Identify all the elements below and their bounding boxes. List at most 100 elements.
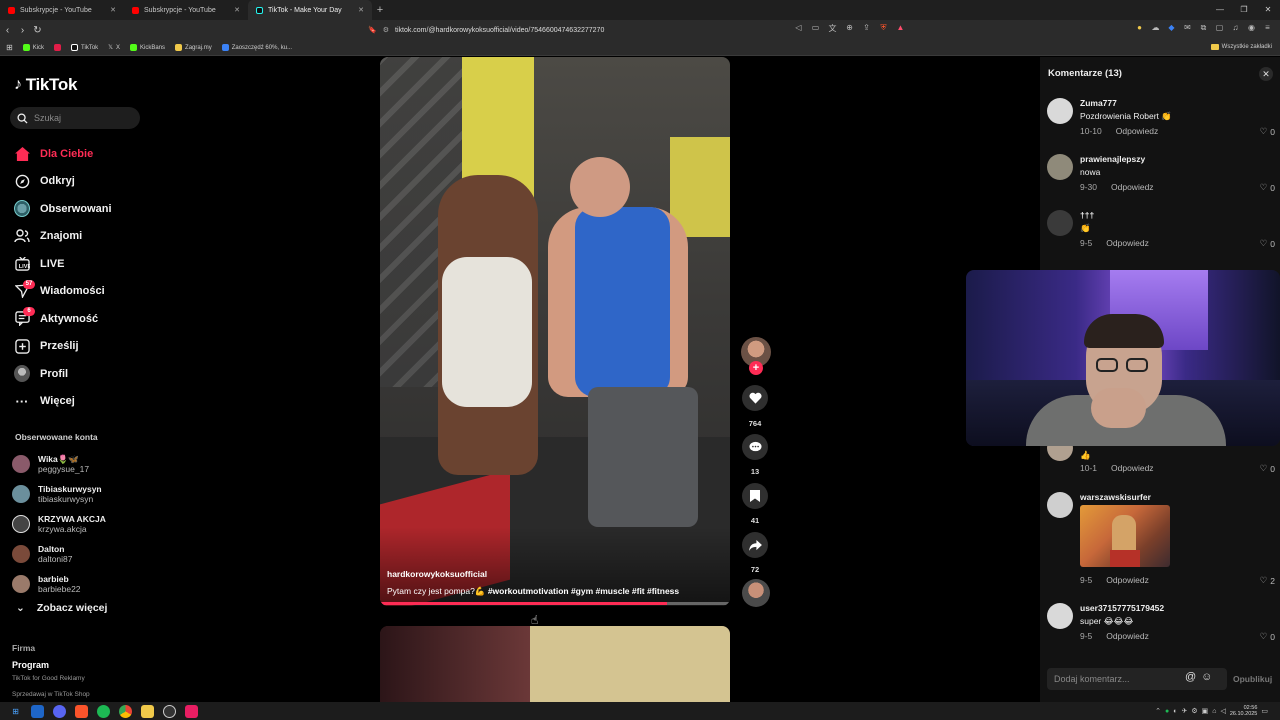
footer-links[interactable]: TikTok for Good Reklamy [12, 674, 90, 684]
nav-live[interactable]: LIVE LIVE [14, 250, 160, 278]
tray-app-icon[interactable]: ⚙ [1191, 707, 1197, 715]
volume-icon[interactable]: ◁ [1220, 707, 1225, 715]
comment-like-button[interactable]: ♡ 0 [1260, 463, 1275, 474]
apps-grid-icon[interactable]: ⊞ [6, 43, 13, 52]
reply-button[interactable]: Odpowiedz [1116, 126, 1159, 136]
footer-heading[interactable]: Firma [12, 643, 90, 653]
discord-icon[interactable] [53, 704, 66, 718]
nav-messages[interactable]: 57 Wiadomości [14, 278, 160, 306]
extension-icon[interactable]: ● [1133, 23, 1146, 33]
reply-button[interactable]: Odpowiedz [1106, 631, 1149, 641]
comment-sticker-image[interactable] [1080, 505, 1170, 567]
network-icon[interactable]: ⌂ [1212, 708, 1216, 715]
rewards-icon[interactable]: ▲ [894, 23, 907, 34]
bookmark-kick[interactable]: Kick [22, 44, 44, 51]
tray-app-icon[interactable]: ● [1165, 708, 1169, 715]
music-disc-icon[interactable] [742, 579, 770, 607]
minimize-icon[interactable]: — [1208, 0, 1232, 20]
maximize-icon[interactable]: ❐ [1232, 0, 1256, 20]
share-button[interactable] [742, 532, 768, 558]
bookmark-red[interactable] [54, 44, 62, 51]
tray-app-icon[interactable]: ◐ [1173, 708, 1177, 715]
comment-like-button[interactable]: ♡ 0 [1260, 126, 1275, 137]
chrome-icon[interactable] [119, 704, 132, 718]
all-bookmarks[interactable]: Wszystkie zakładki [1210, 44, 1272, 50]
close-tab-icon[interactable]: ✕ [110, 6, 116, 14]
windows-start-icon[interactable]: ⊞ [9, 705, 22, 718]
emoji-icon[interactable]: ☺ [1201, 671, 1212, 683]
nav-upload[interactable]: Prześlij [14, 333, 160, 361]
back-icon[interactable]: ‹ [0, 25, 15, 36]
translate-icon[interactable]: 文 [826, 23, 839, 34]
tab-youtube-1[interactable]: Subskrypcje - YouTube ✕ [0, 0, 124, 20]
comment-username[interactable]: ††† [1080, 210, 1094, 220]
nav-activity[interactable]: 6 Aktywność [14, 305, 160, 333]
reply-button[interactable]: Odpowiedz [1111, 463, 1154, 473]
new-tab-button[interactable]: + [372, 4, 388, 16]
profile-icon[interactable]: ◉ [1245, 23, 1258, 33]
bookmark-zagraj[interactable]: Zagraj.my [175, 44, 212, 51]
followed-account[interactable]: Wika🌷🦋 peggysue_17 [12, 449, 160, 479]
video-player[interactable]: hardkorowykoksuofficial Pytam czy jest p… [380, 57, 730, 606]
comment-like-button[interactable]: ♡ 0 [1260, 238, 1275, 249]
followed-account[interactable]: Dalton daltoni87 [12, 539, 160, 569]
like-button[interactable] [742, 385, 768, 411]
comment-like-button[interactable]: ♡ 2 [1260, 575, 1275, 586]
video-progress-bar[interactable] [380, 602, 730, 605]
tray-app-icon[interactable]: ✈ [1181, 707, 1187, 715]
media-icon[interactable]: ♫ [1229, 23, 1242, 33]
nav-explore[interactable]: Odkryj [14, 168, 160, 196]
comment-button[interactable] [742, 434, 768, 460]
comment-like-button[interactable]: ♡ 0 [1260, 631, 1275, 642]
extension-icon[interactable]: ✉ [1181, 23, 1194, 33]
comment-username[interactable]: Zuma777 [1080, 98, 1117, 108]
post-comment-button[interactable]: Opublikuj [1233, 674, 1272, 684]
avatar[interactable] [1047, 603, 1073, 629]
site-info-icon[interactable]: ⚙ [383, 26, 389, 34]
reply-button[interactable]: Odpowiedz [1111, 182, 1154, 192]
video-author[interactable]: hardkorowykoksuofficial [387, 569, 487, 579]
reload-icon[interactable]: ↻ [30, 25, 45, 36]
close-tab-icon[interactable]: ✕ [234, 6, 240, 14]
close-window-icon[interactable]: ✕ [1256, 0, 1280, 20]
footer-program[interactable]: Program [12, 660, 90, 670]
footer-links[interactable]: Sprzedawaj w TikTok Shop [12, 690, 90, 700]
save-button[interactable] [742, 483, 768, 509]
comment-username[interactable]: warszawskisurfer [1080, 492, 1151, 502]
menu-icon[interactable]: ≡ [1261, 23, 1274, 33]
close-comments-icon[interactable]: ✕ [1259, 67, 1273, 81]
forward-icon[interactable]: › [15, 25, 30, 36]
close-tab-icon[interactable]: ✕ [358, 6, 364, 14]
spotify-icon[interactable] [97, 704, 110, 718]
mute-icon[interactable]: ◁ [792, 23, 805, 34]
avatar[interactable] [1047, 154, 1073, 180]
comment-username[interactable]: prawienajlepszy [1080, 154, 1145, 164]
extension-icon[interactable]: ☁ [1149, 23, 1162, 33]
followed-account[interactable]: Tibiaskurwysyn tibiaskurwysyn [12, 479, 160, 509]
nav-for-you[interactable]: Dla Ciebie [14, 140, 160, 168]
nav-profile[interactable]: Profil [14, 360, 160, 388]
app-icon[interactable] [141, 704, 154, 718]
bookmark-kickbans[interactable]: KickBans [130, 44, 165, 51]
sidebar-icon[interactable]: ▢ [1213, 23, 1226, 33]
obs-icon[interactable] [163, 704, 176, 718]
see-more-button[interactable]: ⌄ Zobacz więcej [16, 602, 107, 614]
bookmark-deal[interactable]: Zaoszczędź 60%, ku... [221, 44, 292, 51]
tab-tiktok[interactable]: TikTok - Make Your Day ✕ [248, 0, 372, 20]
nav-friends[interactable]: Znajomi [14, 223, 160, 251]
avatar[interactable] [1047, 492, 1073, 518]
reply-button[interactable]: Odpowiedz [1106, 238, 1149, 248]
share-icon[interactable]: ⇪ [860, 23, 873, 34]
brave-shield-icon[interactable]: ⛨ [877, 23, 890, 34]
bookmark-x[interactable]: 𝕏X [108, 44, 120, 52]
comment-username[interactable]: user37157775179452 [1080, 603, 1164, 613]
avatar[interactable] [1047, 98, 1073, 124]
nav-following[interactable]: Obserwowani [14, 195, 160, 223]
follow-plus-icon[interactable]: + [749, 361, 763, 375]
extension-icon[interactable]: ◆ [1165, 23, 1178, 33]
followed-account[interactable]: KRZYWA AKCJA krzywa.akcja [12, 509, 160, 539]
search-input[interactable]: Szukaj [10, 107, 140, 129]
tab-youtube-2[interactable]: Subskrypcje - YouTube ✕ [124, 0, 248, 20]
extensions-puzzle-icon[interactable]: ⧉ [1197, 23, 1210, 33]
hashtags[interactable]: #workoutmotivation #gym #muscle #fit #fi… [488, 586, 679, 596]
